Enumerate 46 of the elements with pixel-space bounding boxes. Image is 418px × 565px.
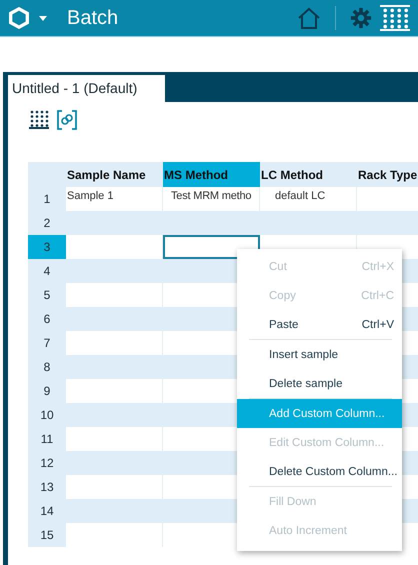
menu-item-label: Delete Custom Column... (269, 466, 398, 478)
row-header[interactable]: 13 (28, 475, 66, 499)
menu-item-label: Paste (269, 318, 298, 330)
row-header[interactable]: 7 (28, 331, 66, 355)
row-header[interactable]: 2 (28, 211, 66, 235)
row-header[interactable]: 11 (28, 427, 66, 451)
link-rings-icon[interactable] (57, 110, 77, 130)
app-title: Batch (67, 6, 118, 30)
row-header[interactable]: 3 (28, 235, 66, 259)
home-icon[interactable] (297, 6, 321, 30)
column-header[interactable]: Sample Name (66, 162, 163, 187)
row-header[interactable]: 10 (28, 403, 66, 427)
column-header[interactable]: MS Method (163, 162, 260, 187)
menu-shortcut: Ctrl+X (362, 260, 394, 272)
menu-shortcut: Ctrl+C (361, 290, 394, 302)
menu-item-label: Insert sample (269, 348, 338, 360)
row-header[interactable]: 5 (28, 283, 66, 307)
menu-item-label: Fill Down (269, 496, 316, 508)
row-header[interactable]: 12 (28, 451, 66, 475)
grid-icon[interactable] (29, 110, 49, 130)
column-header[interactable]: LC Method (260, 162, 357, 187)
menu-item-label: Delete sample (269, 378, 343, 390)
menu-item-label: Edit Custom Column... (269, 436, 384, 448)
settings-icon[interactable] (350, 7, 372, 29)
row-header[interactable]: 14 (28, 499, 66, 523)
row-header[interactable]: 6 (28, 307, 66, 331)
menu-item-label: Add Custom Column... (269, 408, 385, 420)
caret-icon[interactable] (39, 16, 47, 20)
menu-shortcut: Ctrl+V (362, 318, 394, 330)
row-header[interactable]: 15 (28, 523, 66, 547)
hexagon-logo-icon[interactable] (9, 7, 29, 29)
menu-item[interactable]: Paste Ctrl+V (237, 310, 402, 339)
menu-item-label: Copy (269, 290, 296, 302)
row-header[interactable]: 8 (28, 355, 66, 379)
menu-item[interactable]: Insert sample (237, 340, 402, 369)
row-header[interactable]: 4 (28, 259, 66, 283)
column-header[interactable]: Rack Type (357, 162, 418, 187)
focused-cell[interactable] (163, 235, 260, 259)
menu-item[interactable]: Delete Custom Column... (237, 457, 402, 486)
menu-item[interactable]: Delete sample (237, 369, 402, 398)
row-header[interactable]: 9 (28, 379, 66, 403)
table-cell: Sample 1 (66, 187, 163, 211)
document-tab[interactable]: Untitled - 1 (Default) (8, 75, 165, 102)
row-header[interactable]: 1 (28, 187, 66, 211)
menu-item-label: Auto Increment (269, 524, 347, 536)
menu-item-label: Cut (269, 260, 287, 272)
